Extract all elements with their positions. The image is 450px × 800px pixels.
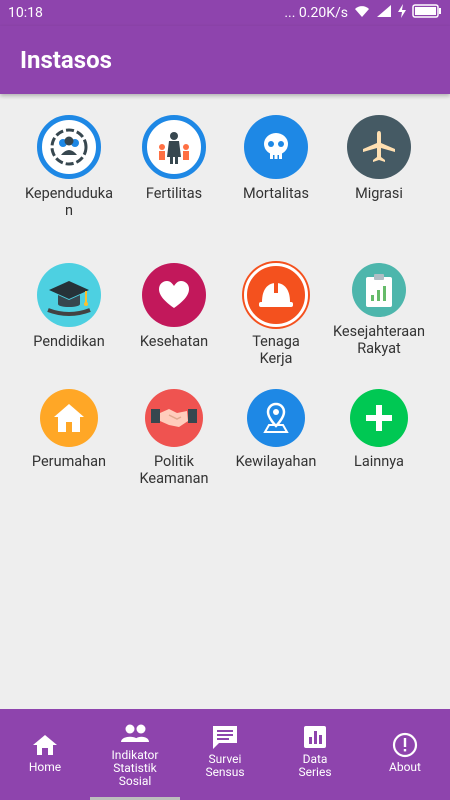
nav-label: Survei Sensus [205, 752, 245, 779]
network-speed: ... 0.20K/s [284, 5, 348, 21]
skull-icon [244, 115, 308, 179]
tile-label: Mortalitas [243, 185, 309, 202]
population-icon [37, 115, 101, 179]
bar-chart-icon [270, 725, 360, 749]
status-right: ... 0.20K/s [284, 4, 442, 22]
airplane-icon [347, 115, 411, 179]
tile-fertilitas[interactable]: Fertilitas [119, 115, 229, 202]
tile-kewilayahan[interactable]: Kewilayahan [221, 389, 331, 470]
tile-kesejahteraan-rakyat[interactable]: Kesejahteraan Rakyat [324, 263, 434, 357]
tile-label: Kesehatan [139, 333, 209, 350]
status-bar: 10:18 ... 0.20K/s [0, 0, 450, 26]
tile-mortalitas[interactable]: Mortalitas [221, 115, 331, 202]
status-time: 10:18 [8, 5, 43, 21]
app-bar: Instasos [0, 26, 450, 94]
house-icon [40, 389, 98, 447]
home-icon [0, 733, 90, 757]
tile-kependudukan[interactable]: Kependuduka n [14, 115, 124, 219]
tile-kesehatan[interactable]: Kesehatan [119, 263, 229, 350]
app-title: Instasos [20, 46, 112, 74]
charging-icon [398, 4, 406, 22]
map-pin-icon [247, 389, 305, 447]
nav-label: Home [28, 760, 62, 774]
tile-tenaga-kerja[interactable]: Tenaga Kerja [221, 263, 331, 367]
tile-label: Tenaga Kerja [252, 333, 300, 367]
nav-about[interactable]: About [360, 709, 450, 800]
people-icon [90, 721, 180, 745]
tile-label: Kewilayahan [235, 453, 317, 470]
graduation-cap-icon [37, 263, 101, 327]
tile-label: Pendidikan [33, 333, 105, 350]
tile-label: Migrasi [355, 185, 403, 202]
nav-home[interactable]: Home [0, 709, 90, 800]
tile-label: Kependuduka n [24, 185, 114, 219]
tile-politik-keamanan[interactable]: Politik Keamanan [119, 389, 229, 487]
wifi-icon [354, 4, 370, 22]
tile-label: Lainnya [354, 453, 404, 470]
nav-indikator-statistik-sosial[interactable]: Indikator Statistik Sosial [90, 709, 180, 800]
nav-label: Indikator Statistik Sosial [111, 748, 159, 788]
tile-migrasi[interactable]: Migrasi [324, 115, 434, 202]
tile-label: Fertilitas [145, 185, 203, 202]
heart-icon [142, 263, 206, 327]
tile-label: Kesejahteraan Rakyat [333, 323, 425, 357]
nav-survei-sensus[interactable]: Survei Sensus [180, 709, 270, 800]
nav-label: About [389, 760, 421, 774]
clipboard-chart-icon [352, 263, 406, 317]
bottom-navigation: Home Indikator Statistik Sosial Survei S… [0, 709, 450, 800]
tile-lainnya[interactable]: Lainnya [324, 389, 434, 470]
family-icon [142, 115, 206, 179]
tile-pendidikan[interactable]: Pendidikan [14, 263, 124, 350]
signal-icon [376, 4, 392, 22]
nav-data-series[interactable]: Data Series [270, 709, 360, 800]
nav-label: Data Series [298, 752, 332, 779]
message-icon [180, 725, 270, 749]
tile-perumahan[interactable]: Perumahan [14, 389, 124, 470]
plus-icon [350, 389, 408, 447]
handshake-icon [145, 389, 203, 447]
tile-label: Politik Keamanan [139, 453, 209, 487]
hard-hat-icon [244, 263, 308, 327]
tile-label: Perumahan [31, 453, 107, 470]
battery-icon [412, 4, 442, 22]
info-icon [360, 732, 450, 758]
